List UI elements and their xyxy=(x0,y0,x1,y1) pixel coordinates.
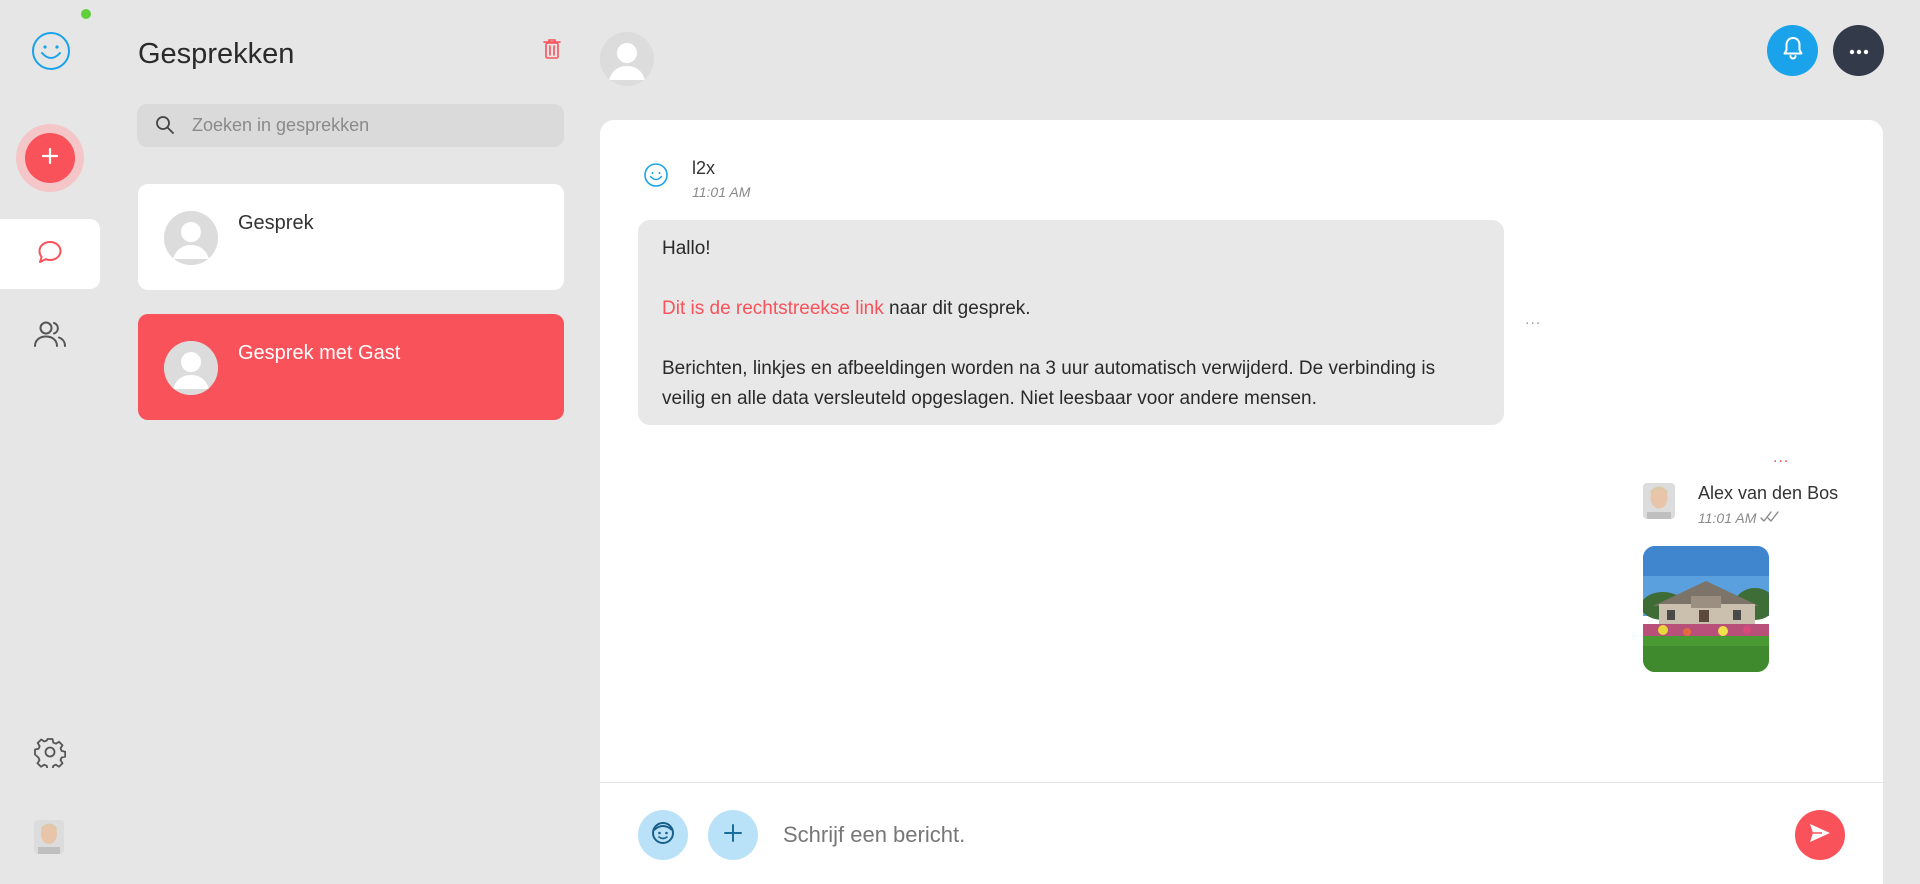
message-time: 11:01 AM xyxy=(692,184,751,200)
conversation-search xyxy=(137,104,564,147)
conversation-name: Gesprek xyxy=(238,212,314,234)
emoji-button[interactable] xyxy=(638,810,688,860)
trash-icon[interactable] xyxy=(543,38,565,62)
conversations-panel: Gesprekken Gesprek xyxy=(137,0,564,884)
image-attachment[interactable] xyxy=(1643,546,1769,672)
more-dots-icon xyxy=(1849,42,1869,60)
nav-contacts[interactable] xyxy=(0,301,100,371)
attach-button[interactable] xyxy=(708,810,758,860)
bell-icon xyxy=(1782,36,1804,65)
nav-conversations[interactable] xyxy=(0,219,100,289)
chat-header-avatar[interactable] xyxy=(600,32,654,86)
chat-panel: l2x 11:01 AM Hallo! Dit is de rechtstree… xyxy=(600,120,1883,884)
conversation-avatar xyxy=(164,211,218,265)
search-input[interactable] xyxy=(192,104,552,147)
sender-logo-icon xyxy=(643,162,669,188)
message-body: Berichten, linkjes en afbeeldingen worde… xyxy=(662,358,1436,409)
left-rail xyxy=(0,0,100,884)
sender-avatar xyxy=(1643,483,1675,519)
message-menu-button[interactable]: ... xyxy=(1525,312,1541,328)
nav-settings[interactable] xyxy=(0,719,100,789)
message-sender: l2x xyxy=(692,158,716,178)
menu-button[interactable] xyxy=(1833,25,1884,76)
conversation-item-selected[interactable]: Gesprek met Gast xyxy=(138,314,564,420)
message-time: 11:01 AM xyxy=(1698,510,1782,526)
user-avatar[interactable] xyxy=(34,820,64,854)
chat-bubble-icon xyxy=(35,237,65,272)
composer-divider xyxy=(600,782,1883,783)
send-icon xyxy=(1808,822,1832,849)
double-check-icon xyxy=(1760,510,1782,526)
message-input[interactable] xyxy=(783,810,1733,860)
message-sender: Alex van den Bos xyxy=(1698,483,1839,503)
message-bubble: Hallo! Dit is de rechtstreekse link naar… xyxy=(638,220,1504,425)
plus-icon xyxy=(41,147,59,170)
send-button[interactable] xyxy=(1795,810,1845,860)
direct-link[interactable]: Dit is de rechtstreekse link xyxy=(662,298,884,319)
notifications-button[interactable] xyxy=(1767,25,1818,76)
emoji-icon xyxy=(650,820,676,851)
conversation-name: Gesprek met Gast xyxy=(238,342,401,364)
attachment-menu-button[interactable]: ... xyxy=(1773,450,1789,466)
search-icon xyxy=(155,115,175,140)
smiley-logo-icon[interactable] xyxy=(30,30,72,72)
new-conversation-button[interactable] xyxy=(16,124,84,192)
online-status-dot xyxy=(81,9,91,19)
gear-icon xyxy=(34,736,67,773)
conversation-avatar xyxy=(164,341,218,395)
link-suffix: naar dit gesprek. xyxy=(883,298,1031,319)
plus-icon xyxy=(723,823,743,848)
message-greeting: Hallo! xyxy=(662,238,711,259)
conversations-title: Gesprekken xyxy=(138,38,295,70)
conversation-item[interactable]: Gesprek xyxy=(138,184,564,290)
users-icon xyxy=(33,319,67,354)
